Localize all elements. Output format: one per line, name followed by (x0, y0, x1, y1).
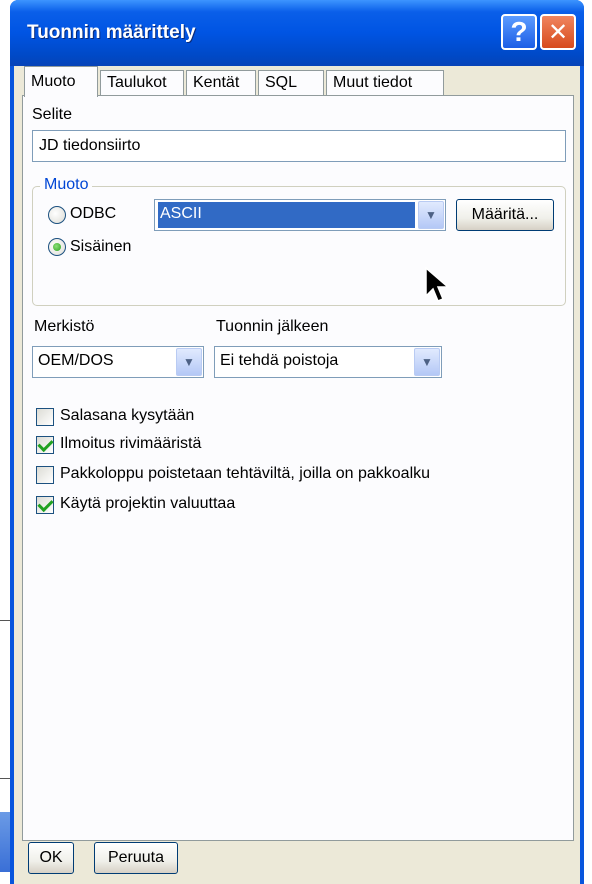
after-import-label: Tuonnin jälkeen (216, 318, 329, 335)
radio-sisainen[interactable] (48, 238, 66, 256)
tab-label: SQL (265, 74, 298, 91)
checkbox-ilmoitus[interactable] (36, 436, 54, 454)
merkisto-combo[interactable]: OEM/DOS ▼ (32, 346, 204, 378)
chevron-down-icon[interactable]: ▼ (176, 348, 202, 376)
tab-label: Kentät (193, 74, 240, 91)
tab-muoto[interactable]: Muoto (24, 66, 98, 97)
tab-muut-tiedot[interactable]: Muut tiedot (326, 70, 444, 96)
format-combo-value: ASCII (158, 202, 415, 228)
tab-label: Muut tiedot (333, 74, 413, 91)
help-icon: ? (510, 16, 528, 47)
checkbox-pakkoloppu[interactable] (36, 466, 54, 484)
close-icon: ✕ (547, 18, 569, 46)
checkbox-valuutta-label[interactable]: Käytä projektin valuuttaa (60, 495, 235, 513)
tab-taulukot[interactable]: Taulukot (100, 70, 184, 96)
after-import-combo[interactable]: Ei tehdä poistoja ▼ (214, 346, 442, 378)
dialog-client: Muoto Taulukot Kentät SQL Muut tiedot Se… (14, 66, 580, 884)
define-button[interactable]: Määritä... (456, 199, 554, 231)
selite-label: Selite (32, 106, 73, 123)
format-combo[interactable]: ASCII ▼ (154, 199, 446, 231)
radio-odbc-label[interactable]: ODBC (70, 205, 116, 223)
mouse-cursor-icon (425, 266, 451, 302)
chevron-down-icon[interactable]: ▼ (418, 201, 444, 229)
muoto-group-title: Muoto (40, 176, 93, 194)
close-button[interactable]: ✕ (540, 14, 576, 50)
selite-value: JD tiedonsiirto (39, 137, 141, 154)
tab-kentat[interactable]: Kentät (186, 70, 256, 96)
radio-sisainen-label[interactable]: Sisäinen (70, 238, 131, 256)
help-button[interactable]: ? (501, 14, 537, 50)
merkisto-value: OEM/DOS (38, 352, 114, 369)
checkbox-salasana-label[interactable]: Salasana kysytään (60, 407, 194, 425)
merkisto-label: Merkistö (34, 318, 95, 335)
tab-sql[interactable]: SQL (258, 70, 324, 96)
window-title: Tuonnin määrittely (27, 22, 196, 43)
cancel-button-label: Peruuta (107, 849, 165, 866)
chevron-down-icon[interactable]: ▼ (414, 348, 440, 376)
tab-label: Muoto (31, 73, 76, 90)
dialog-window: Tuonnin määrittely ? ✕ Muoto Taulukot Ke… (10, 0, 584, 884)
cancel-button[interactable]: Peruuta (94, 842, 178, 874)
ok-button[interactable]: OK (28, 842, 74, 874)
after-import-value: Ei tehdä poistoja (220, 352, 339, 369)
tab-strip: Muoto Taulukot Kentät SQL Muut tiedot (22, 66, 574, 97)
ok-button-label: OK (39, 849, 63, 866)
checkbox-valuutta[interactable] (36, 496, 54, 514)
checkbox-ilmoitus-label[interactable]: Ilmoitus rivimääristä (60, 435, 201, 453)
selite-input[interactable]: JD tiedonsiirto (32, 130, 566, 162)
checkbox-pakkoloppu-label[interactable]: Pakkoloppu poistetaan tehtäviltä, joilla… (60, 465, 430, 483)
define-button-label: Määritä... (471, 206, 539, 223)
title-bar[interactable]: Tuonnin määrittely ? ✕ (10, 0, 584, 66)
tab-label: Taulukot (107, 74, 167, 91)
checkbox-salasana[interactable] (36, 408, 54, 426)
radio-odbc[interactable] (48, 206, 66, 224)
